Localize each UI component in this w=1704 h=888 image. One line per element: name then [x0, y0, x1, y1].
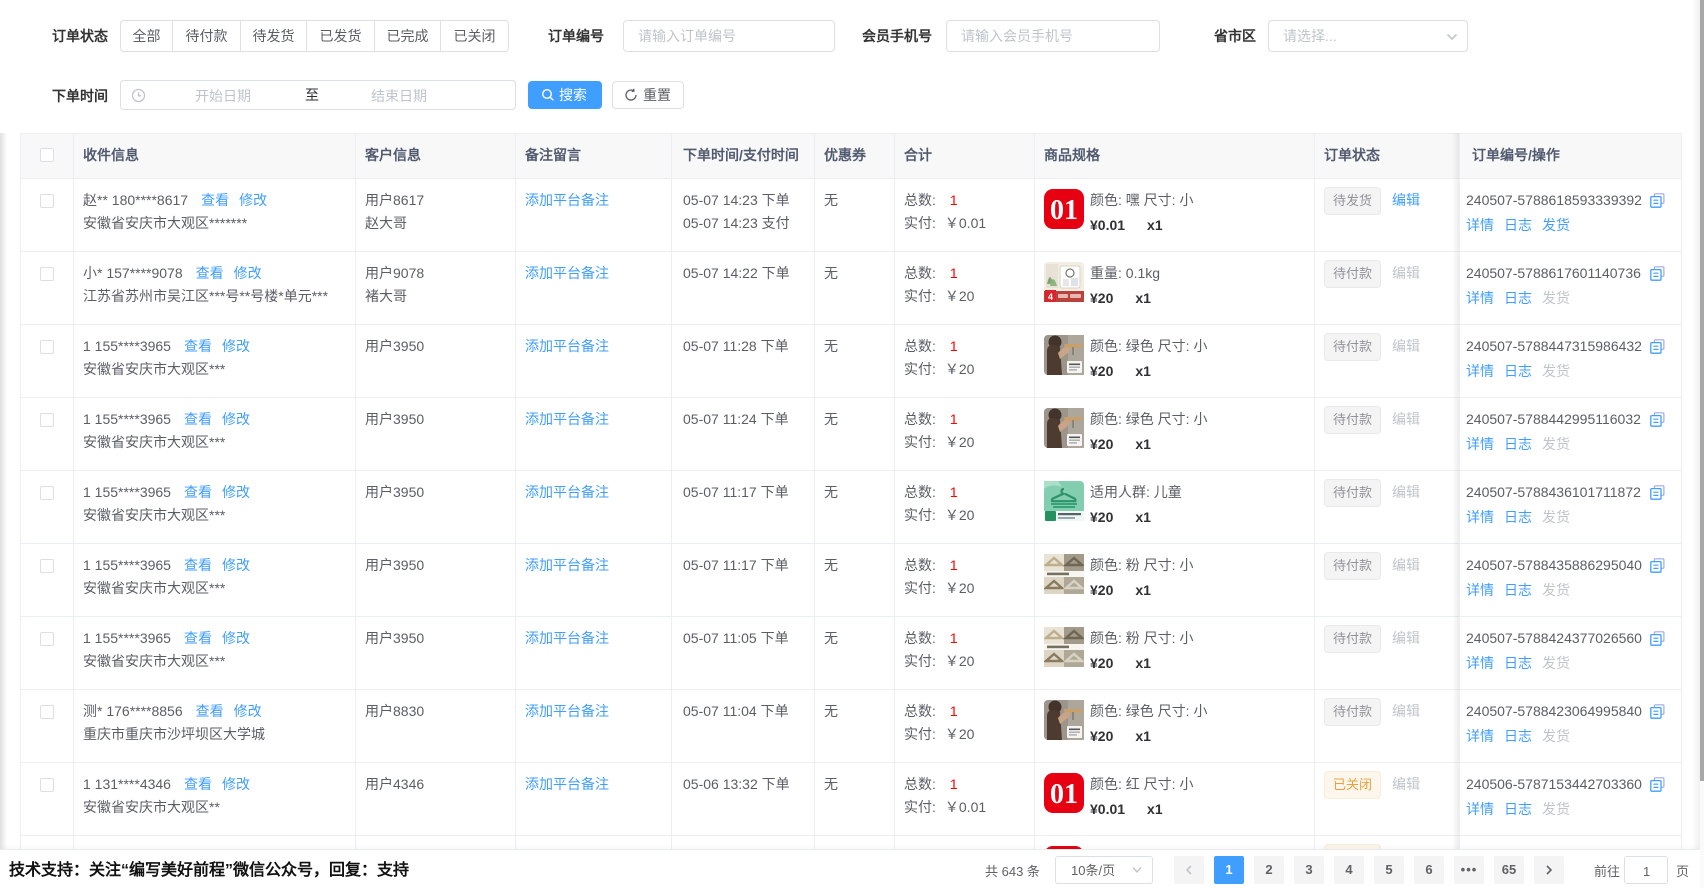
svg-text:4: 4	[1048, 292, 1053, 302]
svg-text:01: 01	[1050, 195, 1078, 226]
svg-text:01: 01	[1050, 779, 1078, 810]
